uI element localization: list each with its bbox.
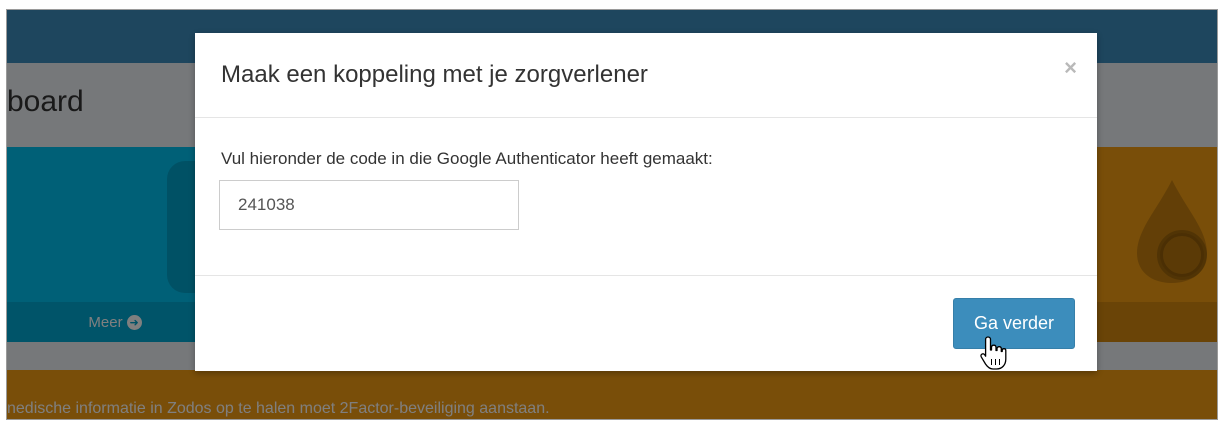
close-icon[interactable]: × [1064,57,1077,79]
modal-footer: Ga verder [195,276,1097,371]
continue-button[interactable]: Ga verder [953,298,1075,349]
link-provider-modal: Maak een koppeling met je zorgverlener ×… [195,33,1097,371]
app-frame: board Meer ➜ nedische informatie in Zodo… [6,9,1218,420]
code-field-label: Vul hieronder de code in die Google Auth… [221,149,713,168]
modal-body: Vul hieronder de code in die Google Auth… [195,118,1097,276]
modal-header: Maak een koppeling met je zorgverlener × [195,33,1097,118]
authenticator-code-input[interactable] [219,180,519,230]
modal-title: Maak een koppeling met je zorgverlener [221,61,648,88]
